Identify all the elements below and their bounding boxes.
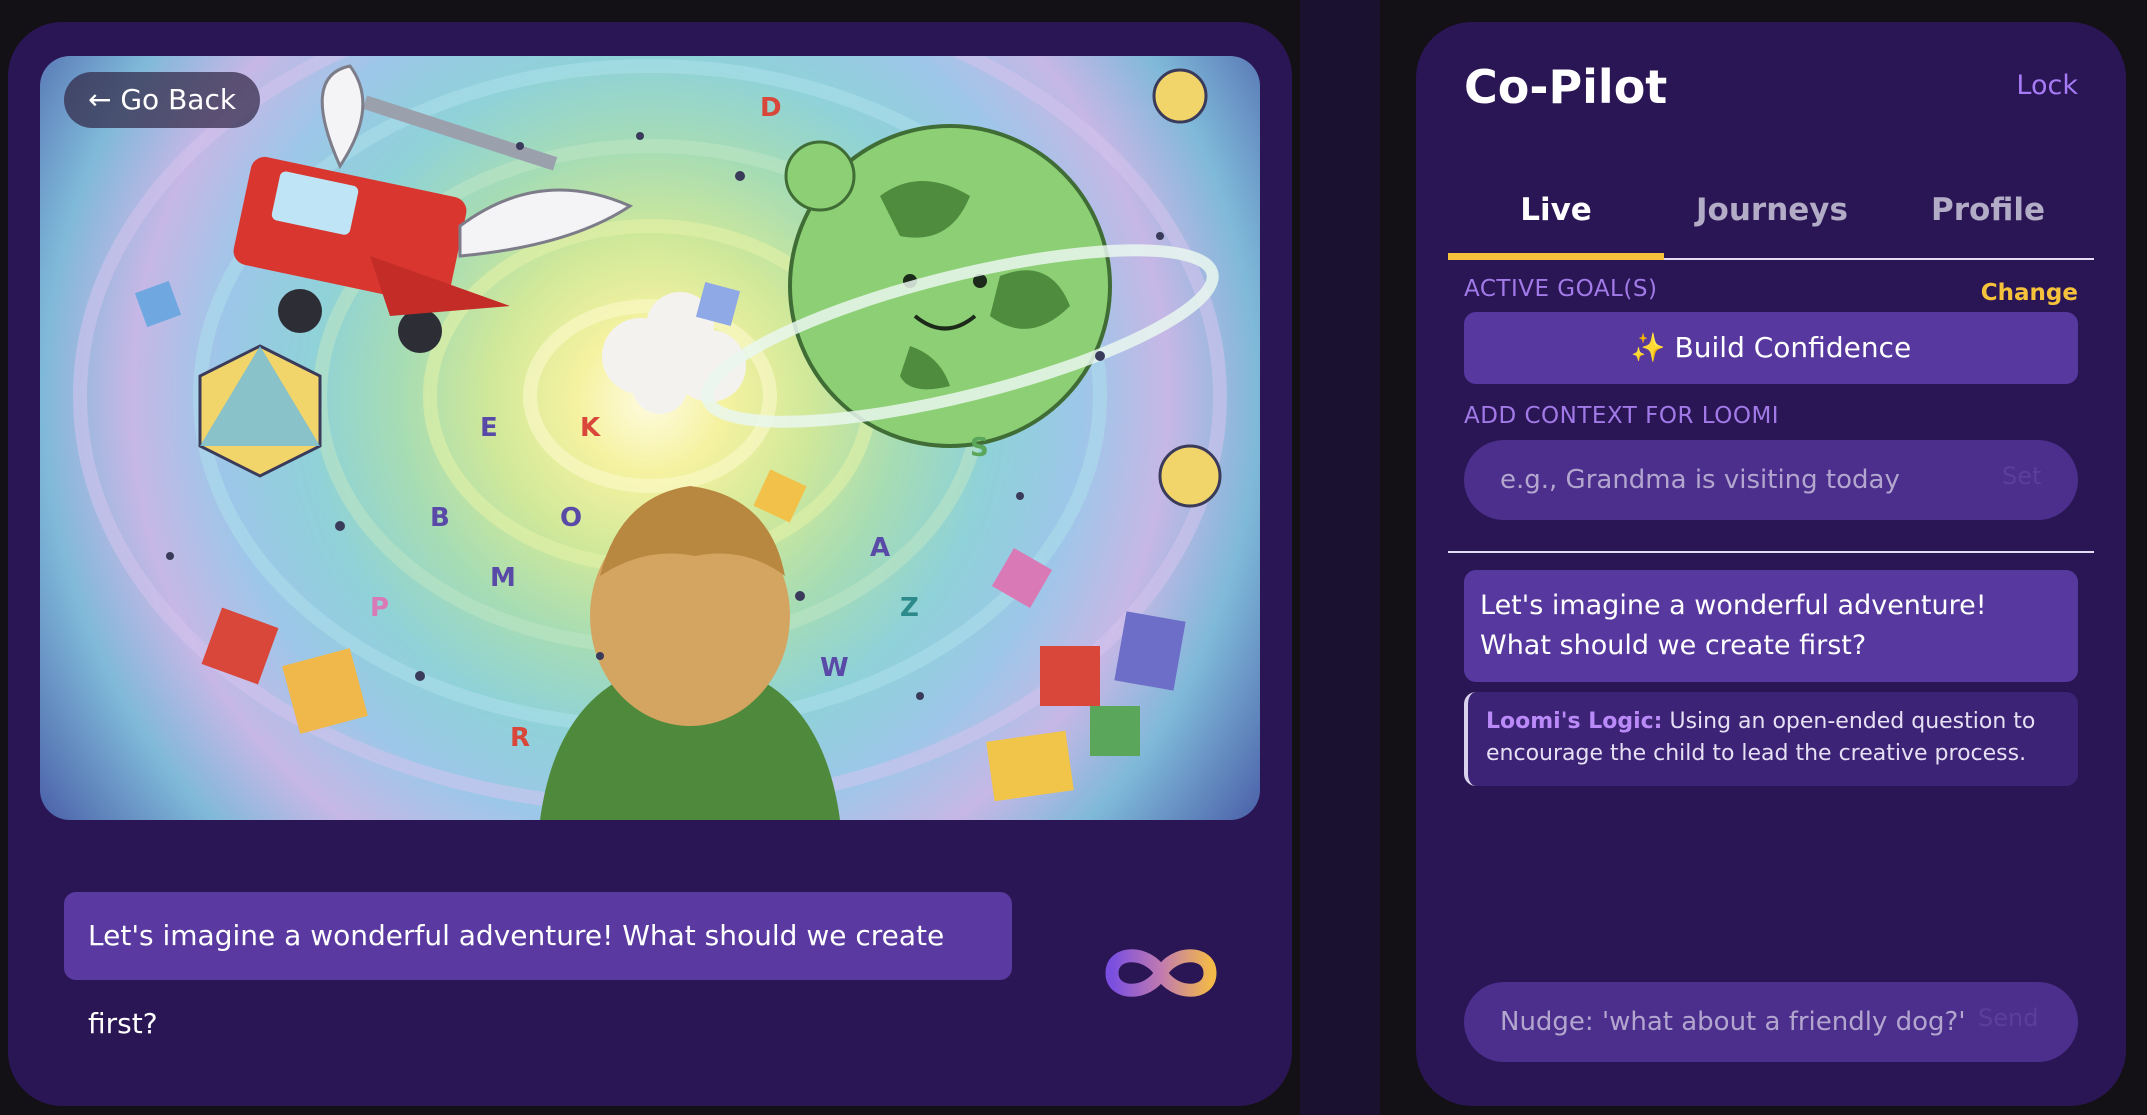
tab-journeys[interactable]: Journeys	[1664, 150, 1880, 260]
svg-text:K: K	[580, 413, 601, 443]
loomi-logic-note: Loomi's Logic: Using an open-ended quest…	[1464, 692, 2078, 786]
svg-text:E: E	[480, 413, 498, 443]
story-illustration: E O B M A W R P Z K S D ← Go Back	[40, 56, 1260, 820]
svg-text:Z: Z	[900, 593, 919, 623]
lock-button[interactable]: Lock	[2016, 70, 2078, 101]
tab-bar: Live Session Journeys Profile	[1448, 150, 2096, 348]
copilot-title: Co-Pilot	[1464, 60, 1668, 114]
copilot-panel: Co-Pilot Lock Live Session Journeys Prof…	[1416, 22, 2126, 1106]
active-goals-label: ACTIVE GOAL(S)	[1464, 276, 1658, 302]
svg-text:D: D	[760, 93, 782, 123]
tab-profile[interactable]: Profile	[1880, 150, 2096, 260]
change-goal-button[interactable]: Change	[1981, 280, 2078, 306]
divider	[1448, 551, 2094, 553]
svg-text:S: S	[970, 433, 989, 463]
set-context-button[interactable]: Set	[2002, 462, 2041, 490]
go-back-button[interactable]: ← Go Back	[64, 72, 261, 128]
svg-text:M: M	[490, 563, 516, 593]
svg-text:P: P	[370, 593, 389, 623]
logic-label: Loomi's Logic:	[1486, 709, 1663, 734]
goal-build-confidence[interactable]: ✨ Build Confidence	[1464, 312, 2078, 384]
story-caption: Let's imagine a wonderful adventure! Wha…	[64, 892, 1012, 1040]
context-label: ADD CONTEXT FOR LOOMI	[1464, 403, 1780, 429]
tab-live-session[interactable]: Live Session	[1448, 150, 1664, 348]
panel-gap	[1300, 0, 1380, 1115]
illustration-art: E O B M A W R P Z K S D	[73, 56, 1227, 820]
assistant-message: Let's imagine a wonderful adventure! Wha…	[1464, 570, 2078, 682]
svg-text:O: O	[560, 503, 582, 533]
infinity-icon	[1105, 949, 1217, 997]
child-figure	[540, 486, 840, 820]
story-panel: E O B M A W R P Z K S D ← Go Back Let's imagine…	[8, 22, 1292, 1106]
svg-text:W: W	[820, 653, 849, 683]
send-button[interactable]: Send	[1978, 1004, 2038, 1032]
context-input[interactable]	[1464, 440, 2078, 520]
active-tab-indicator	[1448, 253, 1664, 260]
svg-text:A: A	[870, 533, 890, 563]
svg-text:R: R	[510, 723, 530, 753]
svg-text:B: B	[430, 503, 450, 533]
